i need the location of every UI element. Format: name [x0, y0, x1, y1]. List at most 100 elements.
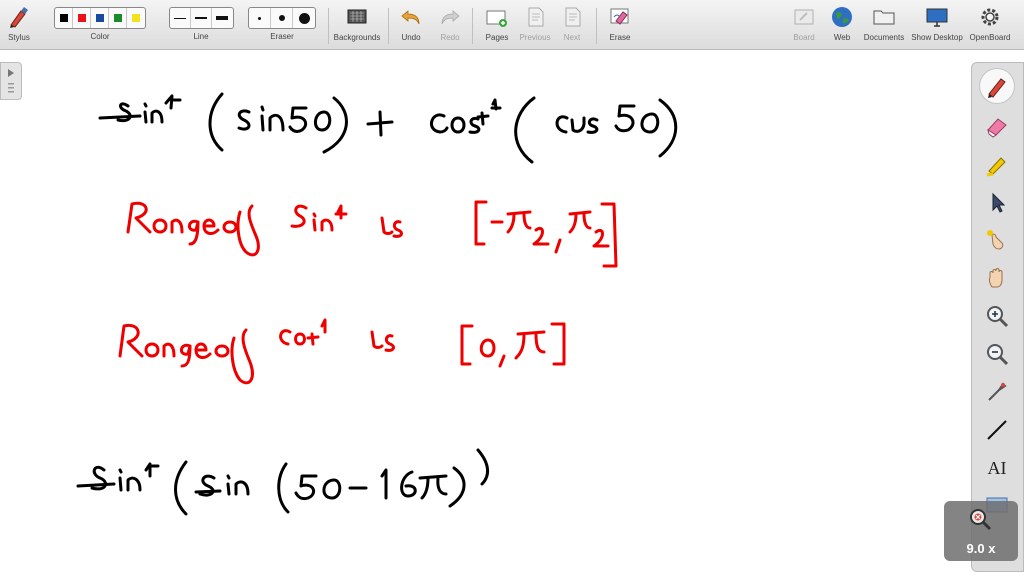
ink-stroke — [143, 102, 148, 124]
documents-button[interactable]: Documents — [861, 4, 907, 42]
web-button[interactable]: Web — [826, 4, 858, 42]
show-desktop-button[interactable]: Show Desktop — [910, 4, 964, 42]
zoom-out-icon — [987, 344, 1009, 366]
ink-stroke — [164, 94, 182, 110]
ink-stroke — [555, 115, 569, 134]
zoom-level: 9.0 x — [966, 541, 996, 556]
ink-stroke — [498, 354, 506, 368]
ink-stroke — [306, 332, 320, 346]
ink-stroke — [600, 202, 618, 268]
marker-tool[interactable] — [980, 147, 1014, 181]
show-desktop-label: Show Desktop — [911, 33, 963, 42]
stylus-button[interactable]: Stylus — [4, 4, 34, 42]
tool-dock: AI — [971, 62, 1024, 572]
eraser-label: Eraser — [270, 32, 294, 41]
color-swatch-blue[interactable] — [91, 8, 109, 28]
color-swatch-black[interactable] — [55, 8, 73, 28]
ink-stroke — [118, 468, 123, 492]
eraser-tool[interactable] — [980, 109, 1014, 143]
whiteboard-canvas[interactable] — [0, 51, 1024, 576]
toolbar-divider — [388, 8, 389, 44]
ink-stroke — [144, 342, 160, 358]
redo-button[interactable]: Redo — [434, 4, 466, 42]
zoom-indicator: 9.0 x — [944, 501, 1018, 561]
folder-icon — [871, 4, 897, 30]
openboard-label: OpenBoard — [969, 33, 1011, 42]
capture-tool[interactable] — [980, 375, 1014, 409]
ink-stroke — [214, 344, 230, 358]
marker-icon — [986, 157, 1006, 177]
line-label: Line — [193, 32, 209, 41]
line-thin[interactable] — [170, 8, 191, 28]
ink-stroke — [640, 112, 660, 134]
pen-tool[interactable] — [980, 69, 1014, 103]
ink-stroke — [277, 462, 290, 514]
pages-button[interactable]: Pages — [481, 4, 513, 42]
ink-stroke — [314, 110, 332, 132]
line-medium[interactable] — [191, 8, 212, 28]
left-panel-handle[interactable] — [0, 62, 22, 100]
text-tool[interactable]: AI — [980, 451, 1014, 485]
backgrounds-button[interactable]: Backgrounds — [330, 4, 384, 42]
pages-label: Pages — [485, 33, 509, 42]
ink-stroke — [202, 218, 220, 235]
line-tool[interactable] — [980, 413, 1014, 447]
eraser-size-selector — [248, 7, 316, 29]
color-group: Color — [45, 4, 155, 41]
color-swatch-green[interactable] — [109, 8, 127, 28]
erase-button[interactable]: Erase — [604, 4, 636, 42]
eraser-small[interactable] — [249, 8, 271, 28]
ink-stroke — [514, 96, 536, 164]
line-thick[interactable] — [212, 8, 233, 28]
hand-tool[interactable] — [980, 261, 1014, 295]
openboard-button[interactable]: OpenBoard — [966, 4, 1014, 42]
ink-stroke — [294, 474, 318, 501]
board-label: Board — [793, 33, 815, 42]
ink-stroke — [474, 200, 488, 246]
ink-stroke — [322, 478, 342, 500]
backgrounds-label: Backgrounds — [333, 33, 381, 42]
ink-stroke — [76, 465, 116, 491]
next-label: Next — [563, 33, 581, 42]
capture-icon — [988, 382, 1007, 401]
ink-stroke — [180, 343, 192, 368]
ink-stroke — [400, 470, 417, 498]
ink-stroke — [514, 330, 546, 360]
globe-icon — [829, 4, 855, 30]
line-icon — [987, 420, 1007, 440]
color-swatch-red[interactable] — [73, 8, 91, 28]
ink-stroke — [194, 342, 212, 359]
ink-stroke — [268, 113, 285, 132]
zoom-out-tool[interactable] — [980, 337, 1014, 371]
ink-stroke — [312, 212, 317, 232]
color-label: Color — [90, 32, 110, 41]
zoom-in-tool[interactable] — [980, 299, 1014, 333]
undo-button[interactable]: Undo — [395, 4, 427, 42]
laser-pointer-tool[interactable] — [980, 223, 1014, 257]
color-swatch-yellow[interactable] — [127, 8, 145, 28]
ink-stroke — [152, 218, 168, 234]
eraser-medium[interactable] — [271, 8, 293, 28]
web-label: Web — [833, 33, 851, 42]
board-button[interactable]: Board — [788, 4, 820, 42]
ink-stroke — [288, 106, 308, 133]
ink-stroke — [370, 330, 384, 349]
ink-stroke — [118, 323, 144, 358]
pointer-icon — [992, 192, 1006, 213]
ink-stroke — [366, 110, 394, 137]
ink-stroke — [418, 474, 448, 500]
next-button[interactable]: Next — [556, 4, 588, 42]
erase-icon — [607, 4, 633, 30]
ink-stroke — [430, 113, 449, 134]
ink-stroke — [260, 105, 265, 132]
previous-button[interactable]: Previous — [517, 4, 553, 42]
ink-stroke — [98, 102, 142, 123]
pointer-tool[interactable] — [980, 185, 1014, 219]
undo-icon — [398, 4, 424, 30]
eraser-large[interactable] — [293, 8, 315, 28]
laser-pointer-icon — [987, 230, 1004, 250]
ink-stroke — [568, 210, 592, 234]
ink-stroke — [450, 116, 466, 134]
ink-stroke — [208, 92, 224, 152]
ink-stroke — [188, 219, 200, 246]
